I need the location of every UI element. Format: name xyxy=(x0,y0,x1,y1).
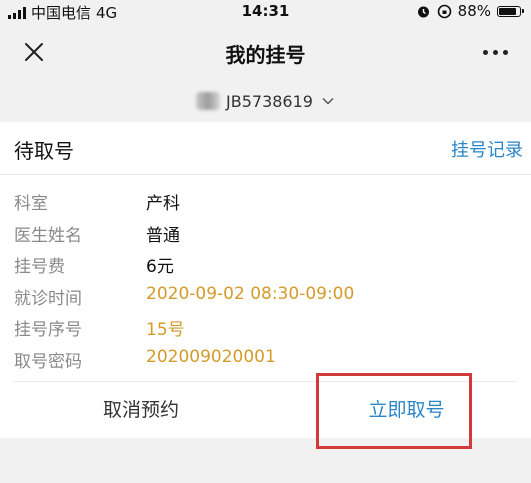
blurred-name xyxy=(196,92,221,110)
detail-row-doctor: 医生姓名 普通 xyxy=(0,216,531,248)
battery-icon xyxy=(497,5,524,17)
registration-status: 待取号 xyxy=(14,139,74,163)
alarm-icon xyxy=(417,6,429,17)
detail-label: 挂号序号 xyxy=(14,320,82,340)
detail-value: 15号 xyxy=(146,320,185,340)
battery-percent: 88% xyxy=(457,2,491,20)
page-title: 我的挂号 xyxy=(225,43,306,67)
detail-label: 科室 xyxy=(14,194,48,214)
detail-value: 6元 xyxy=(146,257,174,277)
cancel-appointment-button[interactable]: 取消预约 xyxy=(0,384,282,436)
detail-row-pickup-code: 取号密码 202009020001 xyxy=(0,342,531,374)
account-id: JB5738619 xyxy=(226,91,313,111)
battery-level xyxy=(499,7,516,15)
account-selector[interactable]: JB5738619 xyxy=(0,84,531,118)
more-icon[interactable] xyxy=(475,40,515,64)
detail-row-department: 科室 产科 xyxy=(0,184,531,216)
card-header: 待取号 挂号记录 xyxy=(0,122,531,175)
highlight-annotation xyxy=(316,373,472,449)
nav-bar: 我的挂号 xyxy=(0,24,531,80)
detail-value: 2020-09-02 08:30-09:00 xyxy=(146,283,355,304)
detail-value: 普通 xyxy=(146,225,180,246)
detail-label: 取号密码 xyxy=(14,351,82,372)
registration-history-link[interactable]: 挂号记录 xyxy=(451,136,523,162)
status-right: 88% xyxy=(416,2,524,20)
detail-list: 科室 产科 医生姓名 普通 挂号费 6元 就诊时间 2020-09-02 08:… xyxy=(0,184,531,373)
chevron-down-icon xyxy=(322,97,334,105)
detail-label: 医生姓名 xyxy=(14,225,82,246)
detail-value: 202009020001 xyxy=(146,346,276,367)
detail-row-visit-time: 就诊时间 2020-09-02 08:30-09:00 xyxy=(0,279,531,311)
status-bar: 中国电信 4G 14:31 88% xyxy=(0,0,531,24)
detail-label: 就诊时间 xyxy=(14,288,82,309)
detail-row-fee: 挂号费 6元 xyxy=(0,247,531,279)
detail-label: 挂号费 xyxy=(14,257,65,277)
rotation-lock-icon xyxy=(437,4,451,18)
detail-row-queue-number: 挂号序号 15号 xyxy=(0,310,531,342)
detail-value: 产科 xyxy=(146,194,180,214)
